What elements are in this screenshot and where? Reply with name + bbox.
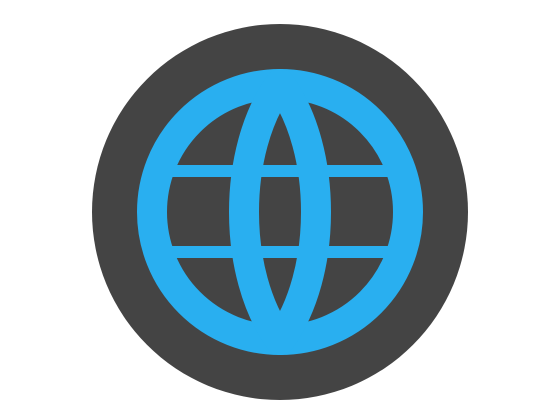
- latitude-line-upper: [152, 165, 408, 177]
- latitude-line-lower: [152, 246, 408, 258]
- app-icon: [0, 0, 560, 420]
- globe-icon: [92, 24, 468, 400]
- icon-canvas: [0, 0, 560, 420]
